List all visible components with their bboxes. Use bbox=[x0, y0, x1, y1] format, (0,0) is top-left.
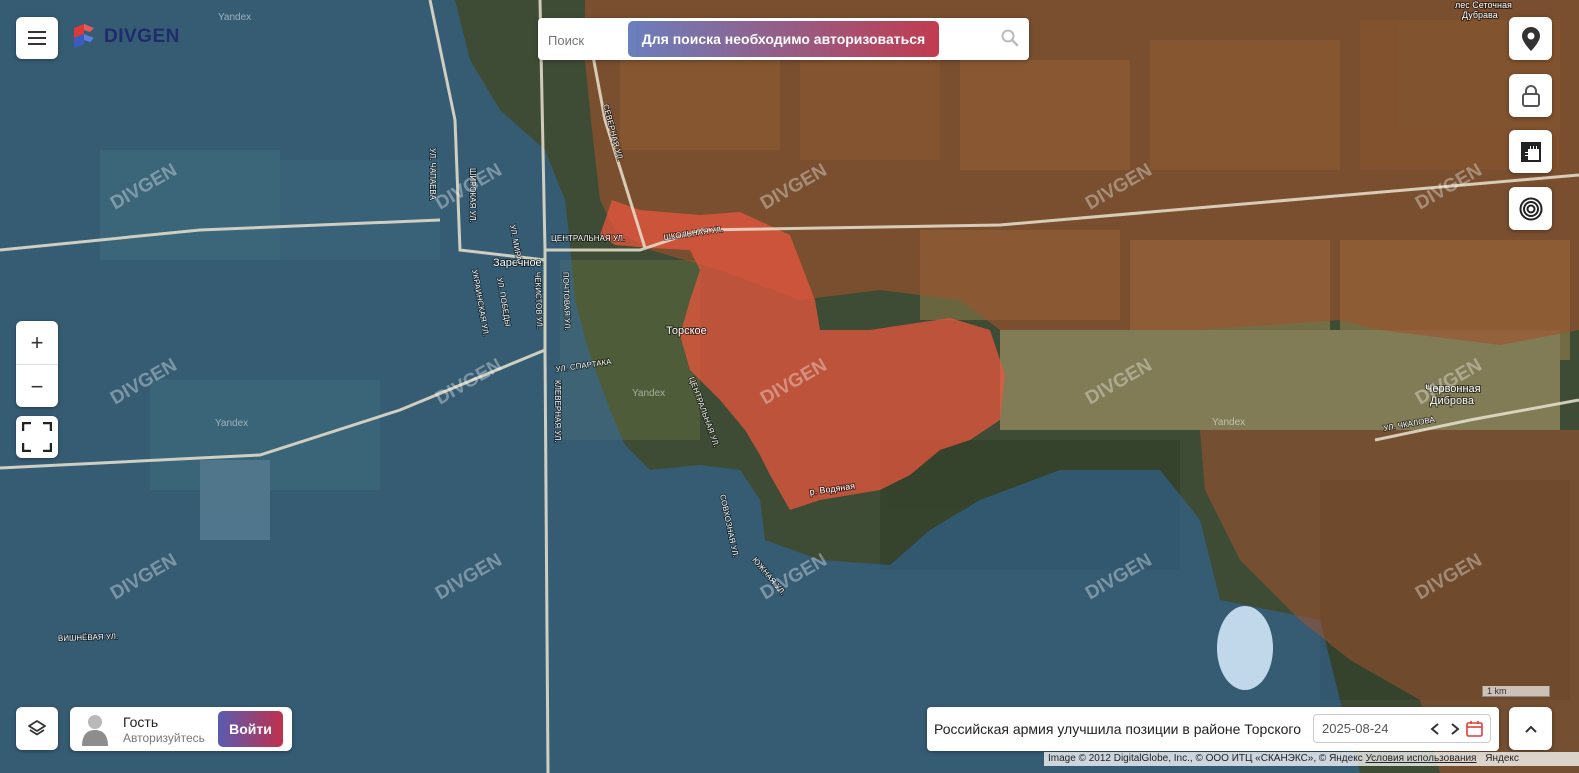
divgen-logo-icon bbox=[74, 24, 94, 48]
target-button[interactable] bbox=[1509, 187, 1552, 230]
lock-icon bbox=[1521, 84, 1540, 107]
user-subtitle: Авторизуйтесь bbox=[123, 731, 205, 745]
svg-text:Yandex: Yandex bbox=[1212, 417, 1245, 428]
svg-text:Yandex: Yandex bbox=[632, 388, 665, 399]
map-canvas[interactable]: Заречное Торское Червонная Диброва лес С… bbox=[0, 0, 1579, 773]
calendar-icon[interactable] bbox=[1466, 720, 1483, 737]
search-auth-notice: Для поиска необходимо авторизоваться bbox=[628, 21, 939, 57]
place-les-setochnaya-1: лес Сеточная bbox=[1455, 0, 1512, 10]
ruler-button[interactable] bbox=[1509, 130, 1552, 173]
map-attribution: Image © 2012 DigitalGlobe, Inc., © ООО И… bbox=[1044, 752, 1579, 766]
street-centralnaya: ЦЕНТРАЛЬНАЯ УЛ. bbox=[551, 234, 625, 243]
avatar bbox=[82, 715, 108, 746]
zoom-out-button[interactable]: − bbox=[16, 365, 58, 408]
brand-name: DIVGEN bbox=[104, 26, 180, 47]
search-icon[interactable] bbox=[1001, 29, 1019, 47]
date-picker[interactable]: 2025-08-24 bbox=[1313, 714, 1491, 743]
search-bar[interactable]: Для поиска необходимо авторизоваться bbox=[538, 18, 1029, 60]
place-les-setochnaya-2: Дубрава bbox=[1462, 10, 1498, 20]
news-title[interactable]: Российская армия улучшила позиции в райо… bbox=[934, 721, 1301, 737]
date-value[interactable]: 2025-08-24 bbox=[1322, 721, 1389, 736]
brand-logo[interactable]: DIVGEN bbox=[70, 22, 180, 52]
fullscreen-button[interactable] bbox=[16, 416, 58, 458]
target-icon bbox=[1519, 197, 1542, 220]
location-button[interactable] bbox=[1509, 17, 1552, 60]
user-name: Гость bbox=[123, 714, 159, 730]
collapse-button[interactable] bbox=[1509, 707, 1552, 750]
attribution-brand: Яндекс bbox=[1485, 753, 1519, 764]
location-pin-icon bbox=[1521, 26, 1540, 51]
zoom-in-button[interactable]: + bbox=[16, 321, 58, 365]
terms-link[interactable]: Условия использования bbox=[1365, 753, 1476, 764]
ruler-icon bbox=[1520, 141, 1541, 162]
login-button[interactable]: Войти bbox=[218, 711, 283, 747]
user-card: Гость Авторизуйтесь Войти bbox=[70, 707, 292, 751]
street-klevernaya: КЛЕВЕРНАЯ УЛ. bbox=[553, 380, 562, 443]
chevron-right-icon[interactable] bbox=[1450, 723, 1460, 735]
layers-button[interactable] bbox=[16, 707, 58, 750]
svg-text:Yandex: Yandex bbox=[218, 12, 251, 23]
menu-button[interactable] bbox=[16, 17, 58, 59]
place-torskoe: Торское bbox=[666, 325, 707, 337]
chevron-up-icon bbox=[1524, 725, 1537, 733]
fullscreen-icon bbox=[22, 422, 52, 452]
scale-bar: 1 km bbox=[1482, 686, 1550, 697]
street-chapaeva: УЛ. ЧАПАЕВА bbox=[428, 148, 437, 201]
svg-text:Yandex: Yandex bbox=[215, 418, 248, 429]
hamburger-icon bbox=[28, 31, 46, 45]
lock-button[interactable] bbox=[1509, 74, 1552, 117]
cloud bbox=[1217, 606, 1273, 690]
chevron-left-icon[interactable] bbox=[1430, 723, 1440, 735]
attribution-text: Image © 2012 DigitalGlobe, Inc., © ООО И… bbox=[1048, 753, 1366, 764]
zoom-control: + − bbox=[16, 321, 58, 407]
layers-icon bbox=[28, 719, 46, 735]
news-panel: Российская армия улучшила позиции в райо… bbox=[927, 707, 1499, 751]
